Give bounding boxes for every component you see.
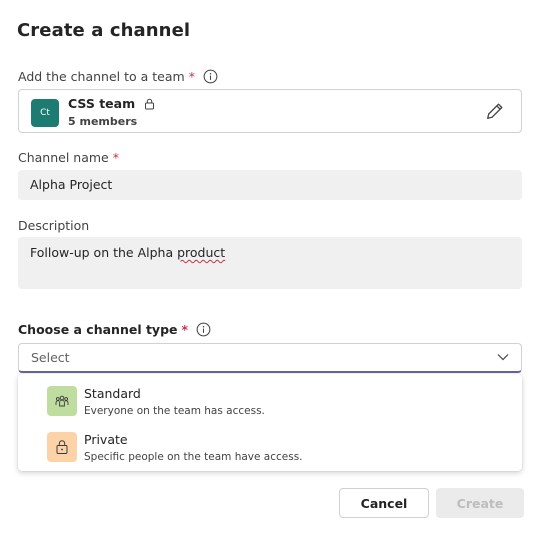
description-text: Follow-up on the Alpha: [30, 245, 178, 260]
channel-type-dropdown[interactable]: Select: [18, 343, 522, 373]
option-title: Private: [84, 432, 128, 447]
team-members-count: 5 members: [68, 115, 138, 128]
channel-type-label-text: Choose a channel type: [18, 322, 178, 337]
lock-icon: [47, 432, 77, 462]
channel-type-label: Choose a channel type *: [18, 322, 211, 337]
team-avatar: Ct: [31, 99, 59, 127]
lock-icon: [144, 98, 155, 110]
edit-pencil-icon[interactable]: [485, 101, 505, 121]
info-icon[interactable]: [196, 322, 211, 337]
channel-name-label-text: Channel name: [18, 150, 109, 165]
dropdown-placeholder: Select: [31, 350, 70, 365]
team-name-text: CSS team: [68, 96, 136, 111]
description-input[interactable]: Follow-up on the Alpha product: [18, 237, 522, 289]
team-selector[interactable]: Ct CSS team 5 members: [18, 89, 522, 133]
spellcheck-word: product: [177, 245, 226, 260]
chevron-down-icon: [497, 353, 509, 361]
create-channel-dialog: Create a channel Add the channel to a te…: [0, 0, 544, 549]
required-mark: *: [181, 322, 189, 337]
cancel-button[interactable]: Cancel: [339, 488, 429, 518]
channel-name-label: Channel name *: [18, 150, 119, 165]
create-button[interactable]: Create: [436, 488, 524, 518]
description-label: Description: [18, 218, 90, 233]
team-label-text: Add the channel to a team: [18, 69, 185, 84]
team-icon: [47, 386, 77, 416]
info-icon[interactable]: [203, 69, 218, 84]
option-description: Everyone on the team has access.: [84, 405, 265, 417]
option-title: Standard: [84, 386, 141, 401]
option-standard[interactable]: Standard Everyone on the team has access…: [18, 378, 522, 424]
required-mark: *: [188, 69, 195, 84]
channel-name-input[interactable]: Alpha Project: [18, 170, 522, 200]
option-private[interactable]: Private Specific people on the team have…: [18, 424, 522, 470]
option-description: Specific people on the team have access.: [84, 451, 303, 463]
dialog-title: Create a channel: [17, 20, 191, 41]
team-name: CSS team: [68, 96, 155, 111]
channel-type-menu: Standard Everyone on the team has access…: [18, 374, 522, 471]
required-mark: *: [112, 150, 119, 165]
team-field-label: Add the channel to a team *: [18, 69, 218, 84]
